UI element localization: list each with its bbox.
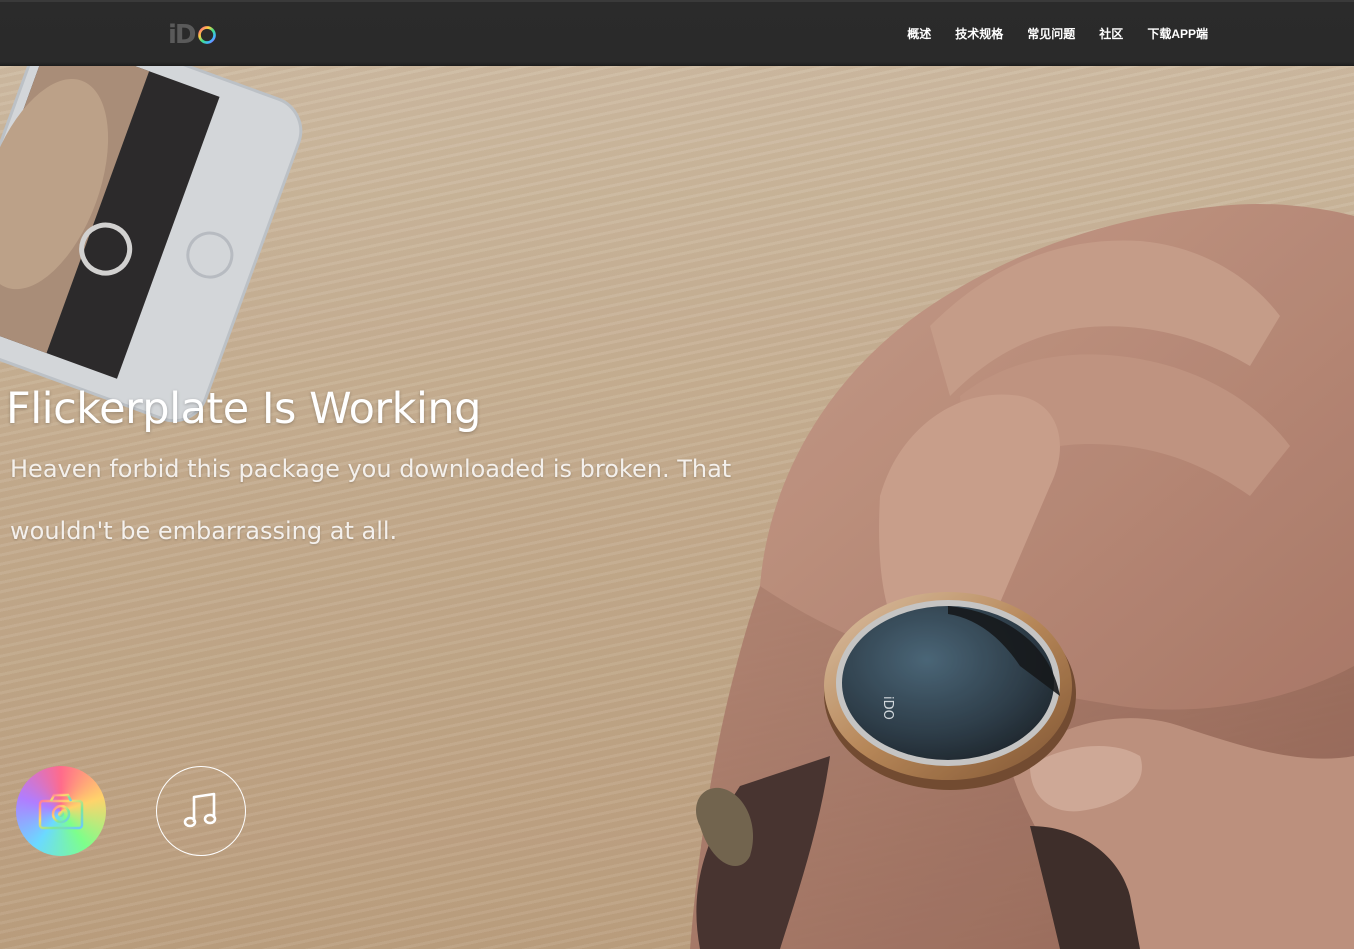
camera-feature-button[interactable]	[16, 766, 106, 856]
music-feature-button[interactable]	[156, 766, 246, 856]
nav-item-download-app[interactable]: 下载APP端	[1147, 25, 1208, 42]
main-nav: 概述 技术规格 常见问题 社区 下载APP端	[883, 0, 1208, 66]
nav-item-community[interactable]: 社区	[1099, 25, 1123, 42]
logo[interactable]: iD	[168, 20, 228, 50]
music-icon	[183, 792, 217, 828]
hero-subtitle: Heaven forbid this package you downloade…	[10, 455, 732, 545]
nav-item-overview[interactable]: 概述	[907, 25, 931, 42]
camera-icon	[38, 793, 84, 830]
hero-title: Flickerplate Is Working	[6, 384, 481, 434]
page: iD 概述 技术规格 常见问题 社区 下载APP端 iDO Flickerpla…	[0, 0, 1354, 949]
nav-item-faq[interactable]: 常见问题	[1027, 25, 1075, 42]
top-navigation-bar: iD 概述 技术规格 常见问题 社区 下载APP端	[0, 0, 1354, 66]
logo-text: iD	[168, 20, 196, 50]
nav-item-specs[interactable]: 技术规格	[955, 25, 1003, 42]
logo-ring-icon	[197, 26, 216, 44]
hero-slider: iDO Flickerplate Is Working Heaven forbi…	[0, 66, 1354, 949]
